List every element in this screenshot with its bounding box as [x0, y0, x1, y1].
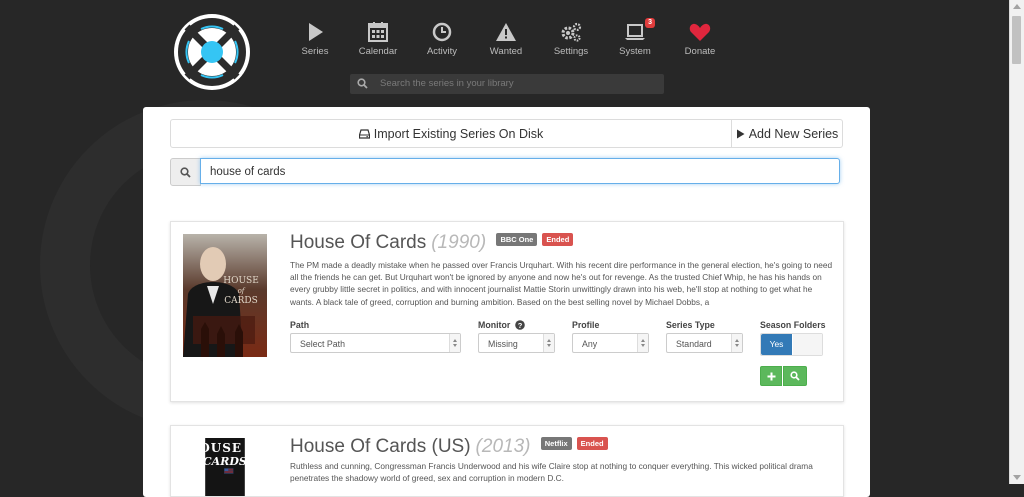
path-select[interactable]: Select Path — [290, 333, 461, 353]
search-icon — [357, 78, 368, 89]
scroll-down-arrow-icon[interactable] — [1013, 475, 1021, 480]
season-folders-label: Season Folders — [760, 320, 826, 330]
status-badge: Ended — [576, 437, 608, 451]
series-overview: Ruthless and cunning, Congressman Franci… — [290, 461, 813, 484]
warning-icon — [496, 23, 516, 41]
add-new-series-button[interactable]: Add New Series — [732, 120, 842, 147]
network-badge: BBC One — [496, 233, 538, 247]
sonarr-logo[interactable] — [173, 13, 251, 91]
series-type-label: Series Type — [666, 320, 715, 330]
series-search-input[interactable]: house of cards — [200, 158, 840, 184]
scrollbar-thumb[interactable] — [1012, 16, 1021, 64]
search-icon — [790, 371, 800, 381]
play-icon — [309, 23, 323, 41]
library-search-input[interactable]: Search the series in your library — [350, 74, 664, 94]
laptop-icon — [625, 24, 645, 40]
season-folders-yes[interactable]: Yes — [761, 334, 792, 355]
gears-icon — [561, 22, 582, 42]
nav-label: Donate — [684, 46, 716, 57]
add-mode-buttons: Import Existing Series On Disk Add New S… — [170, 119, 843, 148]
svg-text:?: ? — [517, 321, 522, 330]
nav-label: Wanted — [489, 46, 523, 57]
nav-series[interactable]: Series — [285, 20, 345, 57]
help-icon[interactable]: ? — [514, 319, 525, 330]
series-year: (2013) — [475, 436, 531, 457]
series-title: House Of Cards (1990) BBC One Ended — [290, 232, 574, 254]
hdd-icon — [358, 128, 370, 139]
series-title: House Of Cards (US) (2013) Netflix Ended — [290, 436, 608, 458]
search-placeholder: Search the series in your library — [380, 78, 514, 89]
nav-label: Series — [301, 46, 329, 57]
select-caret-icon — [543, 334, 554, 352]
poster-title: HOUSE of CARDS — [187, 441, 247, 469]
nav-calendar[interactable]: Calendar — [348, 20, 408, 57]
profile-select[interactable]: Any — [572, 333, 649, 353]
calendar-icon — [368, 22, 388, 42]
system-badge: 3 — [645, 18, 655, 28]
select-caret-icon — [637, 334, 648, 352]
select-caret-icon — [449, 334, 460, 352]
monitor-value: Missing — [488, 339, 518, 349]
series-type-value: Standard — [676, 339, 712, 349]
plus-icon — [767, 372, 775, 380]
series-type-select[interactable]: Standard — [666, 333, 743, 353]
nav-settings[interactable]: Settings — [541, 20, 601, 57]
nav-activity[interactable]: Activity — [412, 20, 472, 57]
series-search: house of cards — [170, 158, 842, 186]
scroll-up-arrow-icon[interactable] — [1013, 4, 1021, 9]
monitor-label: Monitor ? — [478, 319, 525, 331]
play-icon — [736, 129, 745, 139]
path-value: Select Path — [300, 339, 345, 349]
status-badge: Ended — [542, 233, 574, 247]
series-title-text: House Of Cards (US) — [290, 436, 471, 457]
nav-label: Calendar — [358, 46, 398, 57]
nav-label: Settings — [553, 46, 589, 57]
page-scrollbar[interactable] — [1009, 0, 1024, 484]
search-result-card: HOUSE of CARDS House Of Cards (US) (2013)… — [170, 425, 844, 497]
path-label: Path — [290, 320, 310, 330]
search-result-card: HOUSE of CARDS House Of Cards (1990) BBC … — [170, 221, 844, 402]
series-overview: The PM made a deadly mistake when he pas… — [290, 260, 833, 307]
nav-system[interactable]: 3 System — [605, 18, 665, 57]
monitor-label-text: Monitor — [478, 320, 511, 330]
series-year: (1990) — [431, 232, 487, 253]
clock-icon — [432, 22, 452, 42]
search-addon — [170, 158, 201, 186]
import-label: Import Existing Series On Disk — [373, 126, 544, 141]
add-new-label: Add New Series — [748, 126, 839, 141]
nav-donate[interactable]: Donate — [670, 20, 730, 57]
profile-value: Any — [582, 339, 598, 349]
monitor-select[interactable]: Missing — [478, 333, 555, 353]
season-folders-toggle[interactable]: Yes — [760, 333, 823, 356]
heart-icon — [689, 23, 711, 41]
import-series-button[interactable]: Import Existing Series On Disk — [171, 120, 732, 147]
poster-title: HOUSE of CARDS — [223, 276, 259, 306]
nav-label: Activity — [426, 46, 458, 57]
nav-label: System — [619, 46, 651, 57]
season-folders-no[interactable] — [793, 334, 822, 355]
nav-wanted[interactable]: Wanted — [476, 20, 536, 57]
series-title-text: House Of Cards — [290, 232, 427, 253]
add-series-button[interactable] — [760, 366, 782, 386]
add-and-search-button[interactable] — [783, 366, 807, 386]
profile-label: Profile — [572, 320, 600, 330]
search-icon — [180, 166, 191, 178]
network-badge: Netflix — [540, 437, 572, 451]
select-caret-icon — [731, 334, 742, 352]
